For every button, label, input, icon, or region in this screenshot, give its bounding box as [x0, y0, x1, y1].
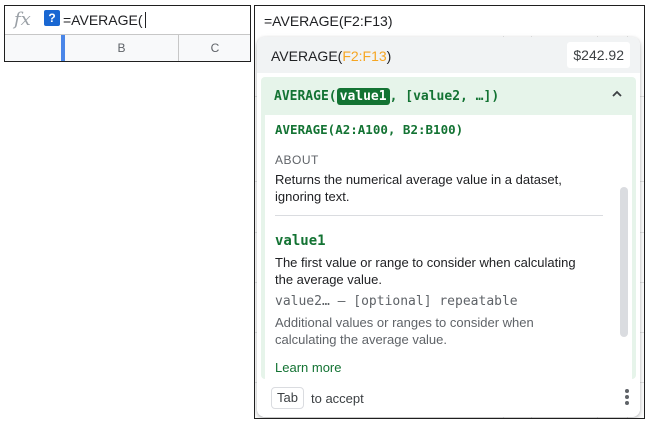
formula-input-text: =AVERAGE( [63, 12, 143, 28]
preview-result-value: $242.92 [567, 42, 630, 68]
function-help-body: AVERAGE(A2:A100, B2:B100) ABOUT Returns … [265, 115, 632, 379]
cell-formula-text[interactable]: =AVERAGE(F2:F13) [264, 13, 393, 29]
function-example: AVERAGE(A2:A100, B2:B100) [275, 122, 464, 137]
preview-range: F2:F13 [342, 48, 387, 64]
arg1-name: value1 [275, 233, 326, 249]
signature-prefix: AVERAGE( [274, 89, 337, 104]
cell-editor-panel: =AVERAGE(F2:F13) AVERAGE(F2:F13) $242.92… [254, 5, 645, 419]
column-header-b[interactable]: B [65, 35, 178, 61]
more-vert-icon[interactable] [624, 388, 630, 408]
formula-help-icon[interactable]: ? [44, 10, 60, 26]
function-signature[interactable]: AVERAGE(value1, [value2, …]) [274, 88, 500, 105]
preview-close-paren: ) [386, 48, 392, 64]
preview-function: AVERAGE( [271, 48, 343, 64]
signature-rest: , [value2, …]) [389, 89, 500, 104]
text-caret [144, 12, 146, 28]
column-header-row: B C [5, 35, 250, 61]
about-title: ABOUT [275, 153, 319, 167]
popup-footer: Tab to accept [257, 381, 640, 417]
signature-active-arg: value1 [336, 88, 390, 105]
help-scrollbar[interactable] [620, 187, 628, 337]
learn-more-link[interactable]: Learn more [275, 360, 341, 375]
formula-bar-panel: fx ? =AVERAGE( B C [4, 5, 251, 62]
formula-input[interactable]: =AVERAGE( [63, 12, 146, 28]
formula-preview: AVERAGE(F2:F13) [271, 48, 391, 64]
section-divider [275, 215, 603, 216]
column-header-c[interactable]: C [178, 35, 251, 61]
arg2-text: Additional values or ranges to consider … [275, 315, 534, 347]
fx-icon: fx [14, 9, 31, 30]
formula-preview-row[interactable]: AVERAGE(F2:F13) $242.92 [257, 37, 640, 73]
formula-suggestion-popup: AVERAGE(F2:F13) $242.92 AVERAGE(value1, … [257, 37, 640, 417]
chevron-up-icon[interactable] [610, 87, 624, 101]
about-text: Returns the numerical average value in a… [275, 172, 562, 204]
tab-key-hint: Tab [271, 387, 304, 409]
accept-hint-text: to accept [311, 391, 364, 406]
formula-bar: fx ? =AVERAGE( [5, 6, 250, 35]
function-help-card: AVERAGE(value1, [value2, …]) AVERAGE(A2:… [261, 77, 636, 379]
arg1-text: The first value or range to consider whe… [275, 255, 576, 287]
arg2-name: value2… – [optional] repeatable [275, 294, 518, 309]
